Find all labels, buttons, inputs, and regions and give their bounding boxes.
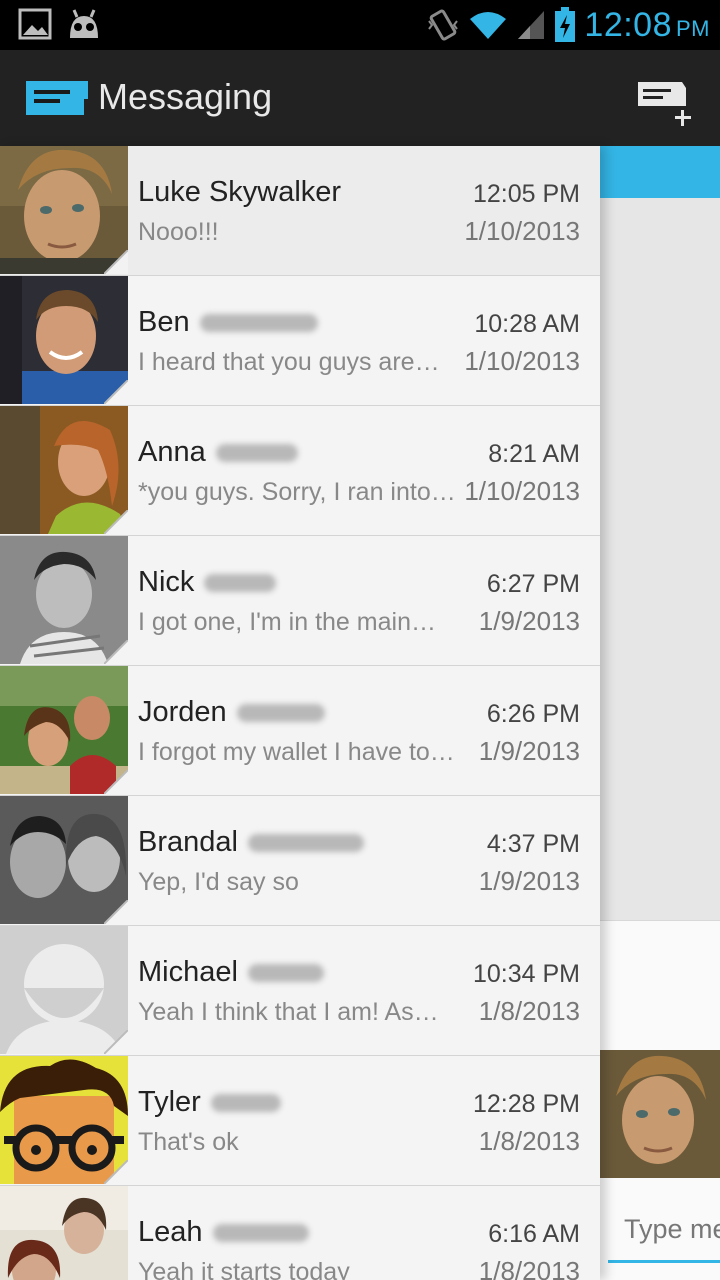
message-snippet: I forgot my wallet I have to… xyxy=(138,738,455,766)
message-snippet: *you guys. Sorry, I ran into… xyxy=(138,478,456,506)
status-bar: 12:08 PM xyxy=(0,0,720,50)
message-time: 6:26 PM xyxy=(486,700,580,728)
conversation-row[interactable]: Michael 10:34 PM Yeah I think that I am!… xyxy=(0,926,600,1056)
avatar[interactable] xyxy=(0,666,128,794)
android-robot-icon xyxy=(70,9,98,38)
avatar[interactable] xyxy=(0,276,128,404)
contact-name: Brandal xyxy=(138,826,364,859)
avatar[interactable] xyxy=(0,796,128,924)
contact-name: Ben xyxy=(138,306,318,339)
quick-contact-badge-icon xyxy=(104,770,128,794)
message-snippet: I got one, I'm in the main… xyxy=(138,608,436,636)
conversation-row[interactable]: Leah 6:16 AM Yeah it starts today 1/8/20… xyxy=(0,1186,600,1280)
avatar[interactable] xyxy=(0,1056,128,1184)
conversation-row[interactable]: Brandal 4:37 PM Yep, I'd say so 1/9/2013 xyxy=(0,796,600,926)
conversation-list[interactable]: Luke Skywalker 12:05 PM Nooo!!! 1/10/201… xyxy=(0,146,600,1280)
message-date: 1/8/2013 xyxy=(478,1126,580,1156)
vibrate-icon xyxy=(428,9,459,41)
conversation-row[interactable]: Anna 8:21 AM *you guys. Sorry, I ran int… xyxy=(0,406,600,536)
conversation-row[interactable]: Nick 6:27 PM I got one, I'm in the main…… xyxy=(0,536,600,666)
signal-icon xyxy=(518,11,545,39)
message-date: 1/10/2013 xyxy=(464,216,580,246)
message-snippet: That's ok xyxy=(138,1128,239,1156)
message-date: 1/9/2013 xyxy=(478,866,580,896)
message-date: 1/10/2013 xyxy=(464,346,580,376)
message-input[interactable]: Type me xyxy=(624,1214,720,1245)
contact-name: Anna xyxy=(138,436,298,469)
page-title: Messaging xyxy=(98,76,273,117)
quick-contact-badge-icon xyxy=(104,380,128,404)
message-date: 1/8/2013 xyxy=(478,996,580,1026)
sent-message-bubble xyxy=(600,146,720,198)
message-time: 12:05 PM xyxy=(472,180,580,208)
message-time: 6:27 PM xyxy=(486,570,580,598)
contact-name: Nick xyxy=(138,566,277,599)
avatar[interactable] xyxy=(600,1050,720,1178)
quick-contact-badge-icon xyxy=(104,510,128,534)
default-contact-avatar[interactable] xyxy=(0,926,128,1054)
conversation-row[interactable]: Ben 10:28 AM I heard that you guys are… … xyxy=(0,276,600,406)
message-time: 4:37 PM xyxy=(486,830,580,858)
gallery-icon xyxy=(18,8,52,40)
message-time: 8:21 AM xyxy=(488,440,580,468)
message-time: 10:34 PM xyxy=(472,960,580,988)
message-bubble xyxy=(600,920,720,1051)
message-date: 1/10/2013 xyxy=(464,476,580,506)
messaging-app-icon[interactable] xyxy=(26,81,88,117)
battery-charging-icon xyxy=(555,7,576,42)
action-bar: Messaging xyxy=(0,50,720,147)
contact-name: Michael xyxy=(138,956,324,989)
status-icons: 12:08 PM xyxy=(426,0,710,50)
quick-contact-badge-icon xyxy=(104,1160,128,1184)
avatar[interactable] xyxy=(0,406,128,534)
avatar[interactable] xyxy=(0,536,128,664)
message-snippet: Yep, I'd say so xyxy=(138,868,299,896)
message-time: 6:16 AM xyxy=(488,1220,580,1248)
message-date: 1/9/2013 xyxy=(478,736,580,766)
conversation-row[interactable]: Jorden 6:26 PM I forgot my wallet I have… xyxy=(0,666,600,796)
message-date: 1/9/2013 xyxy=(478,606,580,636)
message-snippet: Yeah I think that I am! As… xyxy=(138,998,439,1026)
message-snippet: Yeah it starts today xyxy=(138,1258,350,1280)
quick-contact-badge-icon xyxy=(104,1030,128,1054)
new-message-icon[interactable] xyxy=(634,80,698,128)
message-time: 12:28 PM xyxy=(472,1090,580,1118)
status-clock: 12:08 PM xyxy=(584,5,710,44)
quick-contact-badge-icon xyxy=(104,900,128,924)
quick-contact-badge-icon xyxy=(104,250,128,274)
message-snippet: Nooo!!! xyxy=(138,218,219,246)
quick-contact-badge-icon xyxy=(104,640,128,664)
contact-name: Luke Skywalker xyxy=(138,176,342,208)
contact-name: Leah xyxy=(138,1216,309,1249)
conversation-row[interactable]: Tyler 12:28 PM That's ok 1/8/2013 xyxy=(0,1056,600,1186)
conversation-pane[interactable]: Type me xyxy=(600,146,720,1280)
message-snippet: I heard that you guys are… xyxy=(138,348,440,376)
conversation-row[interactable]: Luke Skywalker 12:05 PM Nooo!!! 1/10/201… xyxy=(0,146,600,276)
message-date: 1/8/2013 xyxy=(478,1256,580,1280)
input-underline xyxy=(608,1260,720,1263)
avatar[interactable] xyxy=(0,146,128,274)
message-time: 10:28 AM xyxy=(474,310,580,338)
wifi-icon xyxy=(470,12,507,39)
contact-name: Tyler xyxy=(138,1086,281,1119)
avatar[interactable] xyxy=(0,1186,128,1280)
contact-name: Jorden xyxy=(138,696,325,729)
compose-area: Type me xyxy=(600,1178,720,1280)
